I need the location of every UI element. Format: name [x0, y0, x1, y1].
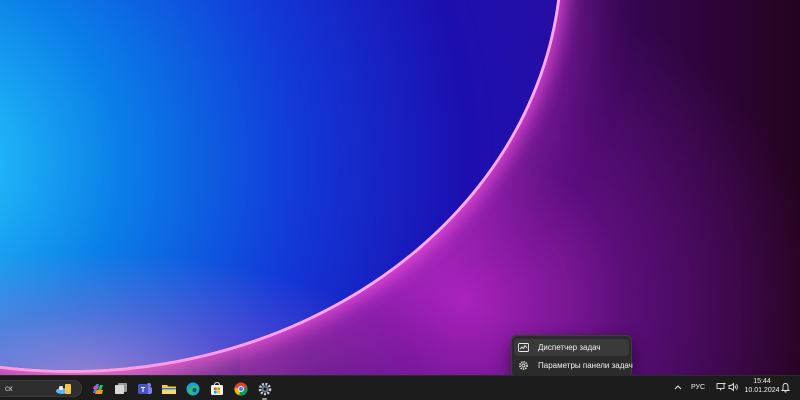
taskbar-app-file-explorer[interactable]	[160, 380, 177, 397]
bell-icon	[781, 383, 790, 393]
wallpaper-highlight	[0, 250, 420, 375]
copilot-icon	[92, 383, 103, 394]
taskbar-app-settings[interactable]	[256, 380, 273, 400]
taskbar-search-box[interactable]: ск	[0, 380, 82, 397]
speaker-icon	[728, 382, 738, 392]
language-indicator[interactable]: РУС	[691, 384, 705, 391]
taskbar-clock[interactable]: 15:44 10.01.2024	[742, 377, 782, 395]
language-label: РУС	[691, 384, 706, 391]
chrome-icon	[233, 382, 248, 396]
chevron-up-icon	[674, 385, 682, 390]
store-icon	[210, 381, 223, 395]
volume-button[interactable]	[728, 382, 739, 392]
menu-item-task-manager[interactable]: Диспетчер задач	[514, 339, 629, 356]
clock-time: 15:44	[753, 378, 771, 385]
menu-item-label: Диспетчер задач	[538, 343, 601, 352]
menu-item-label: Параметры панели задач	[538, 361, 633, 370]
task-view-icon	[114, 382, 127, 394]
taskbar-context-menu: Диспетчер задач Параметры панели задач	[511, 335, 633, 378]
taskbar-app-edge[interactable]	[184, 380, 201, 397]
taskbar-app-teams[interactable]: T	[136, 380, 153, 397]
edge-icon	[186, 382, 199, 395]
network-status-button[interactable]	[716, 382, 726, 392]
menu-item-taskbar-settings[interactable]: Параметры панели задач	[514, 357, 633, 374]
notifications-button[interactable]	[781, 382, 790, 393]
svg-text:T: T	[140, 387, 145, 394]
gear-icon	[258, 382, 271, 395]
taskbar-app-microsoft-store[interactable]	[208, 380, 225, 397]
taskbar: ск T РУС	[0, 375, 800, 400]
taskbar-app-chrome[interactable]	[232, 380, 249, 397]
taskbar-app-copilot[interactable]	[89, 380, 106, 397]
search-highlight-icon	[56, 384, 71, 394]
desktop-wallpaper	[0, 0, 800, 375]
task-manager-icon	[518, 342, 529, 353]
taskbar-app-task-view[interactable]	[112, 380, 129, 397]
search-text: ск	[5, 384, 13, 393]
clock-date: 10.01.2024	[744, 387, 780, 394]
show-hidden-icons-button[interactable]	[673, 382, 683, 392]
teams-icon: T	[137, 382, 152, 394]
gear-icon	[518, 360, 529, 371]
network-icon	[716, 382, 726, 391]
folder-icon	[161, 384, 176, 394]
